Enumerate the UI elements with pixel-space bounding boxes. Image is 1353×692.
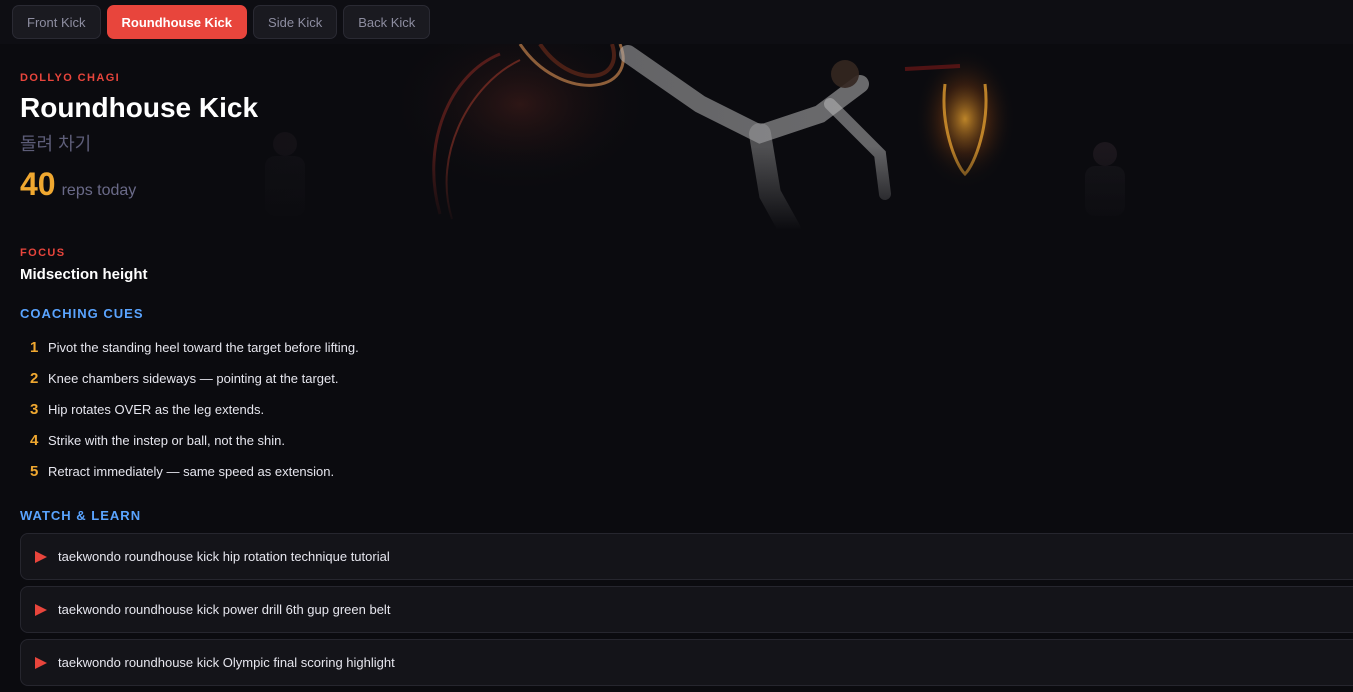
cue-number: 1 <box>30 339 39 356</box>
cue-item: 1 Pivot the standing heel toward the tar… <box>20 332 359 363</box>
video-link[interactable]: taekwondo roundhouse kick Olympic final … <box>20 639 1353 686</box>
tab-back-kick[interactable]: Back Kick <box>343 5 431 39</box>
coaching-cues-heading: COACHING CUES <box>20 306 144 321</box>
focus-label: FOCUS <box>20 247 66 259</box>
reps-count: 40 <box>20 166 56 202</box>
cue-number: 4 <box>30 432 39 449</box>
cue-item: 4 Strike with the instep or ball, not th… <box>20 425 359 456</box>
play-icon <box>35 550 47 563</box>
tab-roundhouse-kick[interactable]: Roundhouse Kick <box>106 5 248 39</box>
cue-text: Pivot the standing heel toward the targe… <box>48 340 359 355</box>
cue-item: 2 Knee chambers sideways — pointing at t… <box>20 363 359 394</box>
video-link[interactable]: taekwondo roundhouse kick power drill 6t… <box>20 586 1353 633</box>
cue-text: Knee chambers sideways — pointing at the… <box>48 371 339 386</box>
cue-item: 5 Retract immediately — same speed as ex… <box>20 456 359 487</box>
hero-banner <box>0 44 1353 230</box>
cue-text: Hip rotates OVER as the leg extends. <box>48 402 265 417</box>
cue-number: 5 <box>30 463 39 480</box>
tab-front-kick[interactable]: Front Kick <box>12 5 101 39</box>
watch-learn-heading: WATCH & LEARN <box>20 508 142 523</box>
reps-label: reps today <box>61 182 137 199</box>
technique-korean: 돌려 차기 <box>20 134 92 154</box>
video-title: taekwondo roundhouse kick Olympic final … <box>58 655 395 670</box>
technique-tab-bar: Front Kick Roundhouse Kick Side Kick Bac… <box>0 0 1353 44</box>
tab-side-kick[interactable]: Side Kick <box>253 5 338 39</box>
cue-text: Strike with the instep or ball, not the … <box>48 433 286 448</box>
cue-number: 3 <box>30 401 39 418</box>
technique-romanized: DOLLYO CHAGI <box>20 72 121 84</box>
play-icon <box>35 603 47 616</box>
page-title: Roundhouse Kick <box>20 92 259 123</box>
coaching-cues-list: 1 Pivot the standing heel toward the tar… <box>20 332 359 487</box>
video-list: taekwondo roundhouse kick hip rotation t… <box>20 533 1353 692</box>
hero-illustration <box>0 44 1353 230</box>
video-title: taekwondo roundhouse kick hip rotation t… <box>58 549 390 564</box>
cue-item: 3 Hip rotates OVER as the leg extends. <box>20 394 359 425</box>
cue-text: Retract immediately — same speed as exte… <box>48 464 335 479</box>
focus-value: Midsection height <box>20 266 148 283</box>
reps-counter: 40 reps today <box>20 166 136 203</box>
video-link[interactable]: taekwondo roundhouse kick hip rotation t… <box>20 533 1353 580</box>
video-title: taekwondo roundhouse kick power drill 6t… <box>58 602 391 617</box>
cue-number: 2 <box>30 370 39 387</box>
play-icon <box>35 656 47 669</box>
